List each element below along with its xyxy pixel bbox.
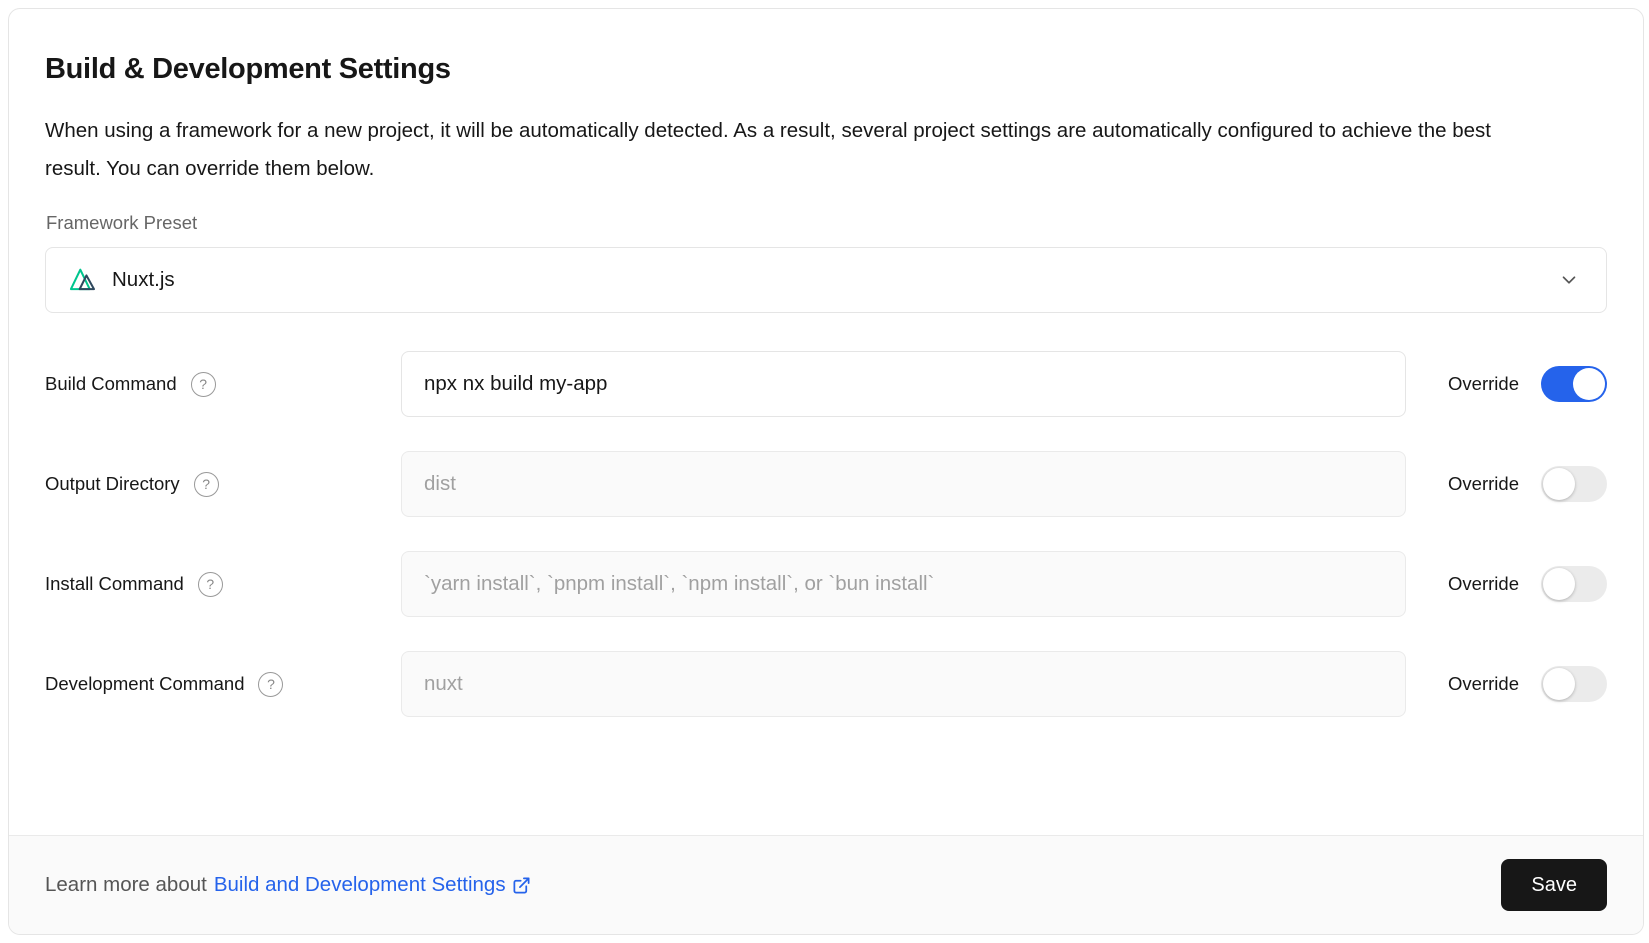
development-command-override-toggle[interactable] [1541,666,1607,702]
card-footer: Learn more about Build and Development S… [9,835,1643,934]
framework-preset-label: Framework Preset [46,212,1607,234]
output-directory-override-toggle[interactable] [1541,466,1607,502]
description-text: When using a framework for a new project… [45,112,1495,188]
install-command-label-group: Install Command ? [45,572,401,597]
output-directory-input [401,451,1406,517]
build-command-label-group: Build Command ? [45,372,401,397]
development-command-override: Override [1448,666,1607,702]
question-mark-icon[interactable]: ? [194,472,219,497]
settings-rows: Build Command ? Override Output Director… [45,351,1607,717]
docs-link-text: Build and Development Settings [214,873,506,897]
output-directory-override: Override [1448,466,1607,502]
page-title: Build & Development Settings [45,53,1607,86]
override-label: Override [1448,373,1519,395]
development-command-input [401,651,1406,717]
output-directory-label-group: Output Directory ? [45,472,401,497]
build-command-label: Build Command [45,373,177,395]
build-command-input[interactable] [401,351,1406,417]
framework-preset-select[interactable]: Nuxt.js [45,247,1607,313]
card-body: Build & Development Settings When using … [9,9,1643,835]
install-command-input [401,551,1406,617]
output-directory-row: Output Directory ? Override [45,451,1607,517]
build-command-override: Override [1448,366,1607,402]
question-mark-icon[interactable]: ? [198,572,223,597]
toggle-knob [1543,668,1575,700]
learn-more-prefix: Learn more about [45,873,207,897]
development-command-label: Development Command [45,673,244,695]
question-mark-icon[interactable]: ? [191,372,216,397]
development-command-label-group: Development Command ? [45,672,401,697]
learn-more-text: Learn more about Build and Development S… [45,873,531,897]
override-label: Override [1448,673,1519,695]
nuxt-logo-icon [69,267,97,294]
question-mark-icon[interactable]: ? [258,672,283,697]
development-command-row: Development Command ? Override [45,651,1607,717]
build-command-row: Build Command ? Override [45,351,1607,417]
install-command-label: Install Command [45,573,184,595]
output-directory-label: Output Directory [45,473,180,495]
toggle-knob [1573,368,1605,400]
chevron-down-icon [1558,269,1580,291]
external-link-icon [512,876,531,895]
save-button[interactable]: Save [1501,859,1607,911]
install-command-override-toggle[interactable] [1541,566,1607,602]
override-label: Override [1448,573,1519,595]
install-command-row: Install Command ? Override [45,551,1607,617]
framework-preset-value: Nuxt.js [112,268,175,292]
toggle-knob [1543,468,1575,500]
override-label: Override [1448,473,1519,495]
build-command-override-toggle[interactable] [1541,366,1607,402]
toggle-knob [1543,568,1575,600]
build-settings-card: Build & Development Settings When using … [8,8,1644,935]
build-settings-docs-link[interactable]: Build and Development Settings [214,873,531,897]
install-command-override: Override [1448,566,1607,602]
